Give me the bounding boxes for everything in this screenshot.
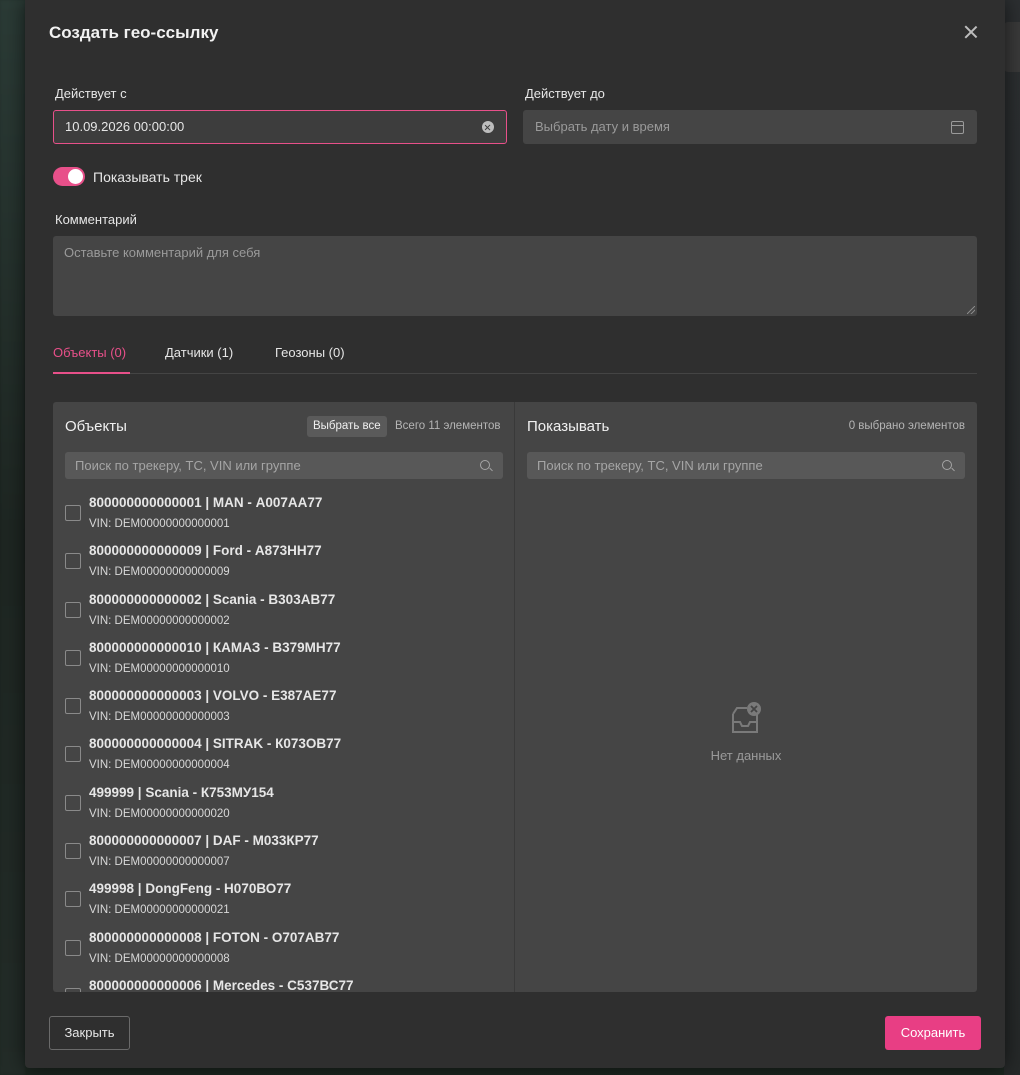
item-title: 800000000000007 | DAF - М033КР77 (89, 833, 319, 849)
save-button[interactable]: Сохранить (885, 1016, 981, 1050)
calendar-icon[interactable] (951, 121, 964, 134)
select-all-button[interactable]: Выбрать все (307, 416, 387, 437)
clear-icon[interactable] (482, 121, 494, 133)
objects-total-count: Всего 11 элементов (395, 420, 501, 432)
item-vin: VIN: DEM00000000000002 (89, 614, 230, 627)
item-vin: VIN: DEM00000000000003 (89, 711, 230, 724)
empty-text: Нет данных (710, 748, 782, 763)
list-item[interactable]: 800000000000006 | Mercedes - С537ВС77VIN… (53, 973, 514, 992)
item-checkbox[interactable] (65, 891, 81, 908)
list-item[interactable]: 800000000000001 | MAN - А007АА77 VIN: DEM… (53, 490, 514, 538)
valid-from-label: Действует с (55, 86, 127, 101)
item-title: 800000000000009 | Ford - А873НН77 (89, 543, 322, 559)
item-checkbox[interactable] (65, 505, 81, 521)
active-tab-indicator (53, 372, 130, 374)
valid-to-input[interactable]: Выбрать дату и время (523, 110, 977, 144)
item-vin: VIN: DEM00000000000008 (89, 952, 230, 965)
item-checkbox[interactable] (65, 794, 81, 811)
show-search-placeholder: Поиск по трекеру, ТС, VIN или группе (537, 458, 763, 473)
item-title: 499998 | DongFeng - Н070ВО77 (89, 881, 292, 897)
list-item[interactable]: 800000000000007 | DAF - М033КР77 VIN: DEM… (53, 828, 514, 876)
valid-from-value: 10.09.2026 00:00:00 (65, 119, 185, 134)
item-checkbox[interactable] (65, 553, 81, 570)
item-title: 800000000000003 | VOLVO - Е387АЕ77 (89, 688, 337, 704)
list-item[interactable]: 800000000000008 | FOTON - О707АВ77 VIN: D… (53, 925, 514, 973)
item-title: 800000000000010 | КАМАЗ - В379МН77 (89, 639, 341, 655)
resize-handle[interactable] (967, 306, 975, 314)
valid-to-label: Действует до (525, 86, 605, 101)
comment-textarea[interactable]: Оставьте комментарий для себя (53, 236, 977, 316)
transfer-panel: Объекты Выбрать все Всего 11 элементов П… (53, 402, 977, 992)
item-checkbox[interactable] (65, 649, 81, 666)
list-item[interactable]: 499999 | Scania - К753МУ154 VIN: DEM00000… (53, 780, 514, 828)
item-title: 499999 | Scania - К753МУ154 (89, 784, 274, 800)
item-title: 800000000000006 | Mercedes - С537ВС77 (89, 977, 354, 992)
item-vin: VIN: DEM00000000000009 (89, 566, 230, 579)
objects-list: 800000000000001 | MAN - А007АА77 VIN: DEM… (53, 490, 514, 992)
search-icon (480, 460, 490, 470)
item-checkbox[interactable] (65, 987, 81, 992)
item-vin: VIN: DEM00000000000021 (89, 904, 230, 917)
item-title: 800000000000002 | Scania - В303АВ77 (89, 591, 336, 607)
item-checkbox[interactable] (65, 698, 81, 715)
item-title: 800000000000008 | FOTON - О707АВ77 (89, 929, 340, 945)
list-item[interactable]: 800000000000003 | VOLVO - Е387АЕ77 VIN: D… (53, 683, 514, 731)
objects-search-input[interactable]: Поиск по трекеру, ТС, VIN или группе (65, 452, 503, 479)
objects-panel-title: Объекты (65, 418, 127, 435)
item-vin: VIN: DEM00000000000004 (89, 759, 230, 772)
item-checkbox[interactable] (65, 746, 81, 763)
create-geo-link-modal: Создать гео-ссылку Действует с 10.09.202… (25, 0, 1005, 1068)
list-item[interactable]: 800000000000004 | SITRAK - К073ОВ77 VIN: … (53, 731, 514, 779)
list-item[interactable]: 800000000000009 | Ford - А873НН77 VIN: DE… (53, 538, 514, 586)
close-icon[interactable] (961, 22, 981, 42)
item-vin: VIN: DEM00000000000001 (89, 518, 230, 530)
item-checkbox[interactable] (65, 601, 81, 618)
item-vin: VIN: DEM00000000000007 (89, 856, 230, 869)
show-search-input[interactable]: Поиск по трекеру, ТС, VIN или группе (527, 452, 965, 479)
item-title: 800000000000001 | MAN - А007АА77 (89, 495, 323, 510)
background-right-strip (1004, 0, 1020, 1075)
objects-search-placeholder: Поиск по трекеру, ТС, VIN или группе (75, 458, 301, 473)
item-vin: VIN: DEM00000000000010 (89, 662, 230, 675)
list-item[interactable]: 499998 | DongFeng - Н070ВО77 VIN: DEM0000… (53, 876, 514, 924)
empty-state: Нет данных (515, 702, 977, 763)
item-title: 800000000000004 | SITRAK - К073ОВ77 (89, 736, 342, 752)
tab-sensors[interactable]: Датчики (1) (165, 345, 233, 360)
search-icon (942, 460, 952, 470)
list-item[interactable]: 800000000000010 | КАМАЗ - В379МН77 VIN: D… (53, 635, 514, 683)
item-checkbox[interactable] (65, 939, 81, 956)
tab-geozones[interactable]: Геозоны (0) (275, 345, 345, 360)
selected-count: 0 выбрано элементов (848, 420, 965, 432)
show-track-label: Показывать трек (93, 169, 202, 185)
tab-objects[interactable]: Объекты (0) (53, 345, 126, 360)
valid-to-placeholder: Выбрать дату и время (535, 119, 670, 134)
valid-from-input[interactable]: 10.09.2026 00:00:00 (53, 110, 507, 144)
list-item[interactable]: 800000000000002 | Scania - В303АВ77 VIN: … (53, 587, 514, 635)
background-left-strip (0, 0, 25, 1075)
empty-inbox-icon (729, 702, 763, 736)
comment-placeholder: Оставьте комментарий для себя (64, 245, 261, 260)
tabs-bar: Объекты (0) Датчики (1) Геозоны (0) (53, 338, 977, 374)
background-button (1004, 22, 1020, 72)
modal-title: Создать гео-ссылку (49, 23, 219, 42)
show-track-toggle[interactable] (53, 167, 85, 186)
close-button[interactable]: Закрыть (49, 1016, 130, 1050)
panel-divider (514, 402, 515, 992)
item-checkbox[interactable] (65, 843, 81, 860)
comment-label: Комментарий (55, 212, 137, 227)
show-panel-title: Показывать (527, 418, 610, 435)
item-vin: VIN: DEM00000000000020 (89, 807, 230, 820)
